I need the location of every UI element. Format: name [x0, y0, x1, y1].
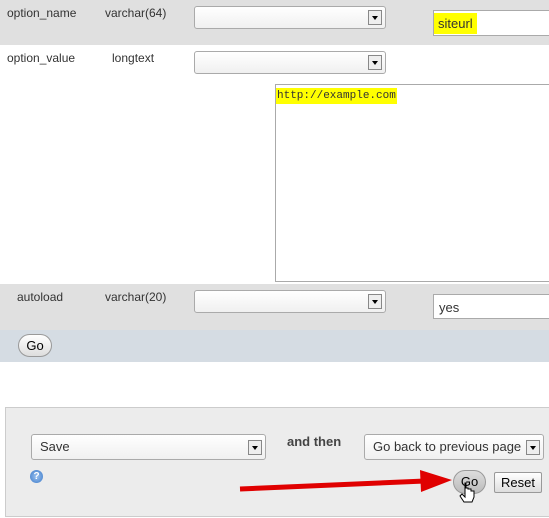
red-arrow-annotation — [239, 470, 475, 503]
hand-cursor-icon — [459, 482, 475, 503]
